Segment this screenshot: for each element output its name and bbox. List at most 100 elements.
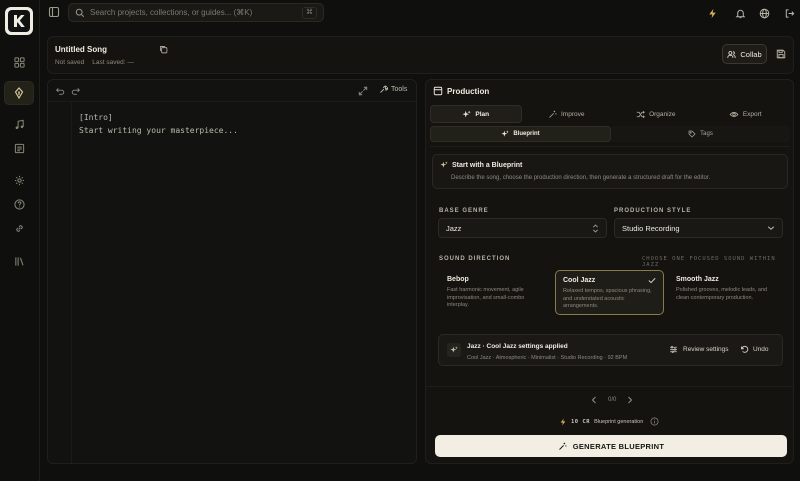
help-nav-button[interactable] <box>7 194 31 214</box>
logout-icon <box>785 8 794 18</box>
base-genre-label: BASE GENRE <box>439 208 489 214</box>
save-button[interactable] <box>774 47 788 61</box>
base-genre-value: Jazz <box>446 223 462 233</box>
users-icon <box>727 50 737 58</box>
sliders-icon <box>670 346 677 353</box>
tab-export[interactable]: Export <box>701 105 791 123</box>
chevron-left-icon[interactable] <box>591 396 597 404</box>
production-subtabs: Blueprint Tags <box>430 126 790 142</box>
info-icon[interactable] <box>650 417 659 426</box>
grid-icon <box>13 56 25 68</box>
lyrics-editor: Tools [Intro] Start writing your masterpi… <box>47 79 417 464</box>
language-button[interactable] <box>755 4 773 22</box>
sound-direction-label: SOUND DIRECTION <box>439 256 511 262</box>
song-header: Untitled Song Not saved Last saved: — Col… <box>47 36 794 74</box>
bolt-icon <box>708 8 716 18</box>
tab-plan[interactable]: Plan <box>430 105 522 123</box>
tag-icon <box>688 130 696 138</box>
books-icon <box>14 256 23 266</box>
sparkles-icon <box>447 343 461 357</box>
tab-label: Improve <box>561 110 585 118</box>
undo-settings-button[interactable]: Undo <box>740 345 769 354</box>
settings-applied-banner: Jazz · Cool Jazz settings applied Cool J… <box>438 334 783 366</box>
production-style-value: Studio Recording <box>622 223 680 233</box>
tools-label: Tools <box>391 86 408 93</box>
editor-toolbar: Tools <box>48 80 416 102</box>
divider <box>430 146 790 147</box>
sound-option-bebop[interactable]: Bebop Fast harmonic movement, agile impr… <box>440 270 549 315</box>
sound-option-cool-jazz[interactable]: Cool Jazz Relaxed tempos, spacious phras… <box>555 270 664 315</box>
expand-button[interactable] <box>357 85 369 97</box>
credits-cost: 10 CR Blueprint generation <box>559 417 659 426</box>
base-genre-select[interactable]: Jazz <box>438 218 607 238</box>
subtab-label: Tags <box>700 131 713 137</box>
sound-option-name: Bebop <box>447 276 469 283</box>
sound-option-name: Cool Jazz <box>563 277 596 284</box>
collections-nav-button[interactable] <box>7 251 31 271</box>
tab-improve[interactable]: Improve <box>522 105 612 123</box>
redo-icon <box>71 88 80 95</box>
editor-textarea[interactable]: [Intro] Start writing your masterpiece... <box>79 111 238 137</box>
redo-button[interactable] <box>70 85 82 97</box>
wrench-icon <box>380 85 388 93</box>
collab-button[interactable]: Collab <box>722 44 767 64</box>
globe-icon <box>759 8 769 18</box>
search-input[interactable] <box>90 8 302 17</box>
sidebar-icon <box>48 6 60 18</box>
wand-icon <box>558 442 567 450</box>
tools-button[interactable]: Tools <box>379 85 407 94</box>
shortcut-hint: ⌘ <box>302 6 317 19</box>
production-style-select[interactable]: Studio Recording <box>614 218 783 238</box>
left-rail <box>0 0 40 481</box>
undo-button[interactable] <box>54 85 66 97</box>
save-state: Not saved <box>55 59 85 66</box>
chevron-right-icon[interactable] <box>627 396 633 404</box>
library-nav-button[interactable] <box>7 138 31 158</box>
credits-button[interactable] <box>703 4 721 22</box>
sound-direction-hint: CHOOSE ONE FOCUSED SOUND WITHIN JAZZ <box>642 256 776 268</box>
production-panel: Production Plan Improve Organize Export … <box>425 79 794 464</box>
tab-label: Organize <box>649 110 676 118</box>
subtab-blueprint[interactable]: Blueprint <box>430 126 611 142</box>
settings-nav-button[interactable] <box>7 170 31 190</box>
rotate-ccw-icon <box>741 345 749 353</box>
music-nav-button[interactable] <box>7 114 31 134</box>
tab-label: Export <box>742 110 762 118</box>
copy-button[interactable] <box>157 43 169 55</box>
pen-nib-icon <box>14 87 24 99</box>
song-title[interactable]: Untitled Song <box>55 45 107 54</box>
sound-option-description: Fast harmonic movement, agile improvisat… <box>447 287 525 308</box>
subtab-tags[interactable]: Tags <box>611 126 790 142</box>
links-nav-button[interactable] <box>7 218 31 238</box>
write-nav-button[interactable] <box>4 81 34 105</box>
line-gutter <box>48 102 72 463</box>
expand-icon <box>358 86 368 96</box>
production-style-label: PRODUCTION STYLE <box>614 208 692 214</box>
search-icon <box>75 8 85 17</box>
collab-label: Collab <box>740 49 762 59</box>
app-logo[interactable] <box>5 7 33 35</box>
review-settings-button[interactable]: Review settings <box>669 345 729 354</box>
blueprint-intro-title: Start with a Blueprint <box>440 161 522 169</box>
search-bar[interactable]: ⌘ <box>68 3 324 22</box>
sound-option-description: Relaxed tempos, spacious phrasing, and u… <box>563 288 652 309</box>
credits-amount: 10 CR <box>571 418 591 425</box>
logout-button[interactable] <box>780 4 798 22</box>
blueprint-title-text: Start with a Blueprint <box>452 161 523 169</box>
dashboard-nav-button[interactable] <box>7 52 31 72</box>
subtab-label: Blueprint <box>513 131 540 137</box>
production-tabs: Plan Improve Organize Export <box>430 105 790 123</box>
wand-icon <box>549 110 557 118</box>
generate-blueprint-button[interactable]: GENERATE BLUEPRINT <box>435 435 787 457</box>
sidebar-toggle-button[interactable] <box>45 3 63 21</box>
save-disk-icon <box>776 49 786 59</box>
credits-label: Blueprint generation <box>594 418 644 425</box>
tab-organize[interactable]: Organize <box>611 105 701 123</box>
sound-option-smooth-jazz[interactable]: Smooth Jazz Polished grooves, melodic le… <box>669 270 778 315</box>
link-icon <box>15 224 23 232</box>
notifications-button[interactable] <box>731 4 749 22</box>
music-note-icon <box>15 119 24 129</box>
bell-icon <box>735 9 745 18</box>
panel-icon <box>433 86 443 96</box>
pager: 0/0 <box>591 396 633 404</box>
